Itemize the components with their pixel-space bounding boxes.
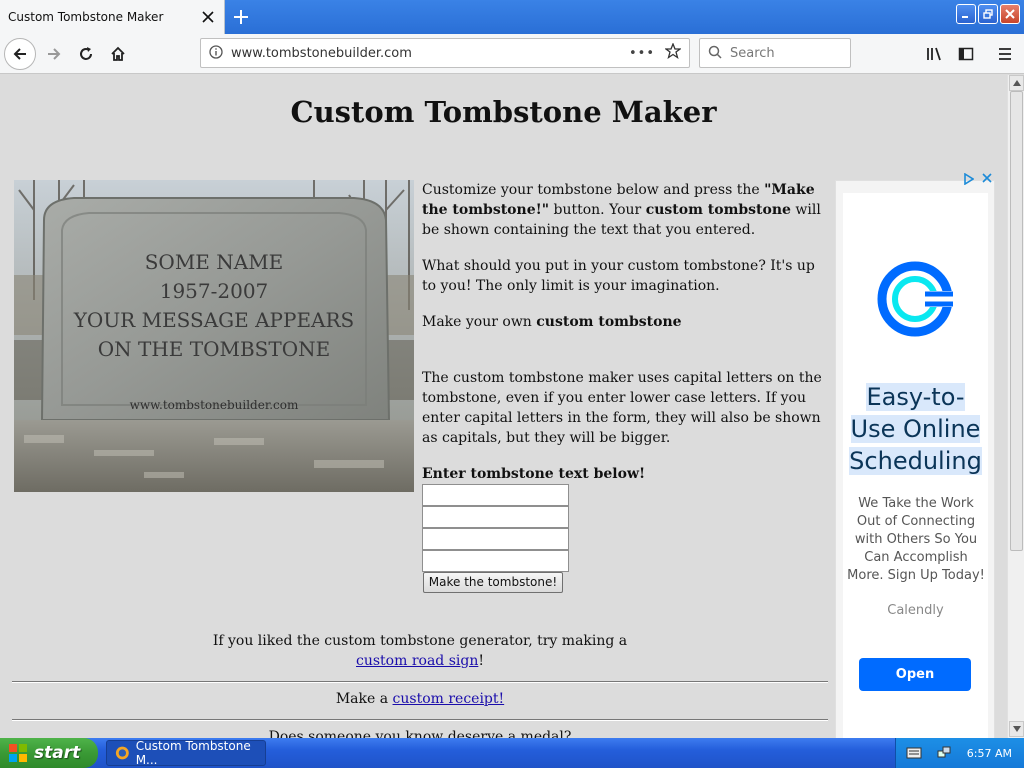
tombstone-site-text: www.tombstonebuilder.com [129, 398, 299, 412]
tab-title: Custom Tombstone Maker [8, 10, 164, 24]
ad-headline-line: Scheduling [849, 447, 982, 475]
ad-headline-line: Use Online [850, 415, 981, 443]
taskbar-item-browser[interactable]: Custom Tombstone M... [106, 739, 266, 767]
divider [12, 681, 828, 683]
scroll-down-icon[interactable] [1009, 721, 1024, 737]
make-tombstone-button[interactable]: Make the tombstone! [423, 572, 563, 593]
site-info-icon[interactable] [209, 44, 223, 63]
taskbar-item-label: Custom Tombstone M... [135, 739, 251, 767]
page-viewport: Custom Tombstone Maker SOME NAME 1957-20… [0, 75, 1007, 738]
sidebar-icon[interactable] [950, 38, 982, 70]
promo-medal-text: Does someone you know deserve a medal? [268, 729, 572, 738]
intro-paragraph-3: Make your own custom tombstone [422, 312, 827, 332]
tombstone-line-1: SOME NAME [144, 250, 284, 274]
ad-headline: Easy-to- Use Online Scheduling [843, 381, 988, 477]
start-label: start [34, 743, 81, 763]
divider [12, 719, 828, 721]
window-controls [956, 4, 1020, 24]
restore-icon[interactable] [978, 4, 998, 24]
promo-road-sign-line: custom road sign! [12, 653, 828, 669]
url-text: www.tombstonebuilder.com [231, 45, 412, 61]
search-icon [708, 44, 722, 63]
adchoices-icon [964, 173, 974, 185]
promo-receipt-text: Make a [335, 691, 393, 707]
minimize-icon[interactable] [956, 4, 976, 24]
page-title: Custom Tombstone Maker [290, 95, 717, 129]
ad-content[interactable]: Easy-to- Use Online Scheduling We Take t… [843, 193, 988, 738]
tombstone-line-1-field[interactable] [422, 484, 569, 506]
intro-bold-keyword: custom tombstone [536, 314, 682, 330]
tombstone-line-3: YOUR MESSAGE APPEARS [73, 308, 355, 332]
ad-brand: Calendly [887, 603, 944, 618]
ad-close-icon [982, 173, 992, 183]
scroll-thumb[interactable] [1010, 91, 1023, 551]
promo-exclamation: ! [478, 653, 484, 669]
keyboard-icon [906, 747, 922, 759]
ad-open-button[interactable]: Open [859, 658, 971, 691]
search-placeholder: Search [730, 45, 775, 61]
intro-paragraph-2: What should you put in your custom tombs… [422, 258, 815, 294]
tombstone-line-3-field[interactable] [422, 528, 569, 550]
scroll-up-icon[interactable] [1009, 75, 1024, 91]
tab-close-icon[interactable] [196, 5, 220, 29]
back-icon[interactable] [4, 38, 36, 70]
forward-icon[interactable] [38, 38, 70, 70]
intro-paragraph-4: The custom tombstone maker uses capital … [422, 370, 822, 446]
window-close-icon[interactable] [1000, 4, 1020, 24]
reload-icon[interactable] [70, 38, 102, 70]
tombstone-line-2: 1957-2007 [159, 279, 269, 303]
start-button[interactable]: start [0, 738, 98, 768]
browser-tabstrip: Custom Tombstone Maker [0, 0, 1024, 34]
calendly-logo-icon [877, 261, 953, 337]
menu-icon[interactable] [989, 38, 1021, 70]
intro-bold-keyword: custom tombstone [645, 202, 791, 218]
custom-receipt-link[interactable]: custom receipt! [393, 691, 505, 707]
custom-road-sign-link[interactable]: custom road sign [356, 653, 478, 669]
windows-logo-icon [9, 744, 27, 762]
page-scrollbar[interactable] [1007, 75, 1024, 738]
ad-panel[interactable]: Easy-to- Use Online Scheduling We Take t… [835, 173, 995, 738]
intro-paragraph-1: Customize your tombstone below and press… [422, 180, 827, 240]
tombstone-line-2-field[interactable] [422, 506, 569, 528]
address-bar[interactable]: www.tombstonebuilder.com ••• [200, 38, 690, 68]
system-tray: 6:57 AM [895, 738, 1024, 768]
bookmark-star-icon[interactable] [664, 42, 682, 63]
browser-tab[interactable]: Custom Tombstone Maker [0, 0, 225, 34]
promo-road-sign-text: If you liked the custom tombstone genera… [212, 633, 628, 649]
tombstone-line-4-field[interactable] [422, 550, 569, 572]
page-actions-icon[interactable]: ••• [629, 46, 655, 61]
promo-receipt-line: Make a custom receipt! [12, 691, 828, 707]
clock: 6:57 AM [966, 746, 1012, 760]
home-icon[interactable] [102, 38, 134, 70]
ad-body: We Take the Work Out of Connecting with … [847, 496, 985, 583]
form-label: Enter tombstone text below! [422, 466, 646, 482]
tombstone-line-4: ON THE TOMBSTONE [97, 337, 331, 361]
library-icon[interactable] [919, 38, 951, 70]
ad-headline-line: Easy-to- [866, 383, 965, 411]
new-tab-icon[interactable] [228, 4, 254, 30]
intro-text: button. Your [549, 202, 646, 218]
intro-text: Make your own [422, 314, 537, 330]
browser-app-icon [115, 746, 129, 760]
ad-choices[interactable] [964, 173, 992, 185]
browser-toolbar: www.tombstonebuilder.com ••• Search [0, 34, 1024, 74]
search-input[interactable]: Search [699, 38, 851, 68]
taskbar: start Custom Tombstone M... 6:57 AM [0, 738, 1024, 768]
tombstone-image: SOME NAME 1957-2007 YOUR MESSAGE APPEARS… [14, 180, 414, 492]
intro-text: Customize your tombstone below and press… [422, 182, 765, 198]
network-icon [937, 746, 951, 758]
